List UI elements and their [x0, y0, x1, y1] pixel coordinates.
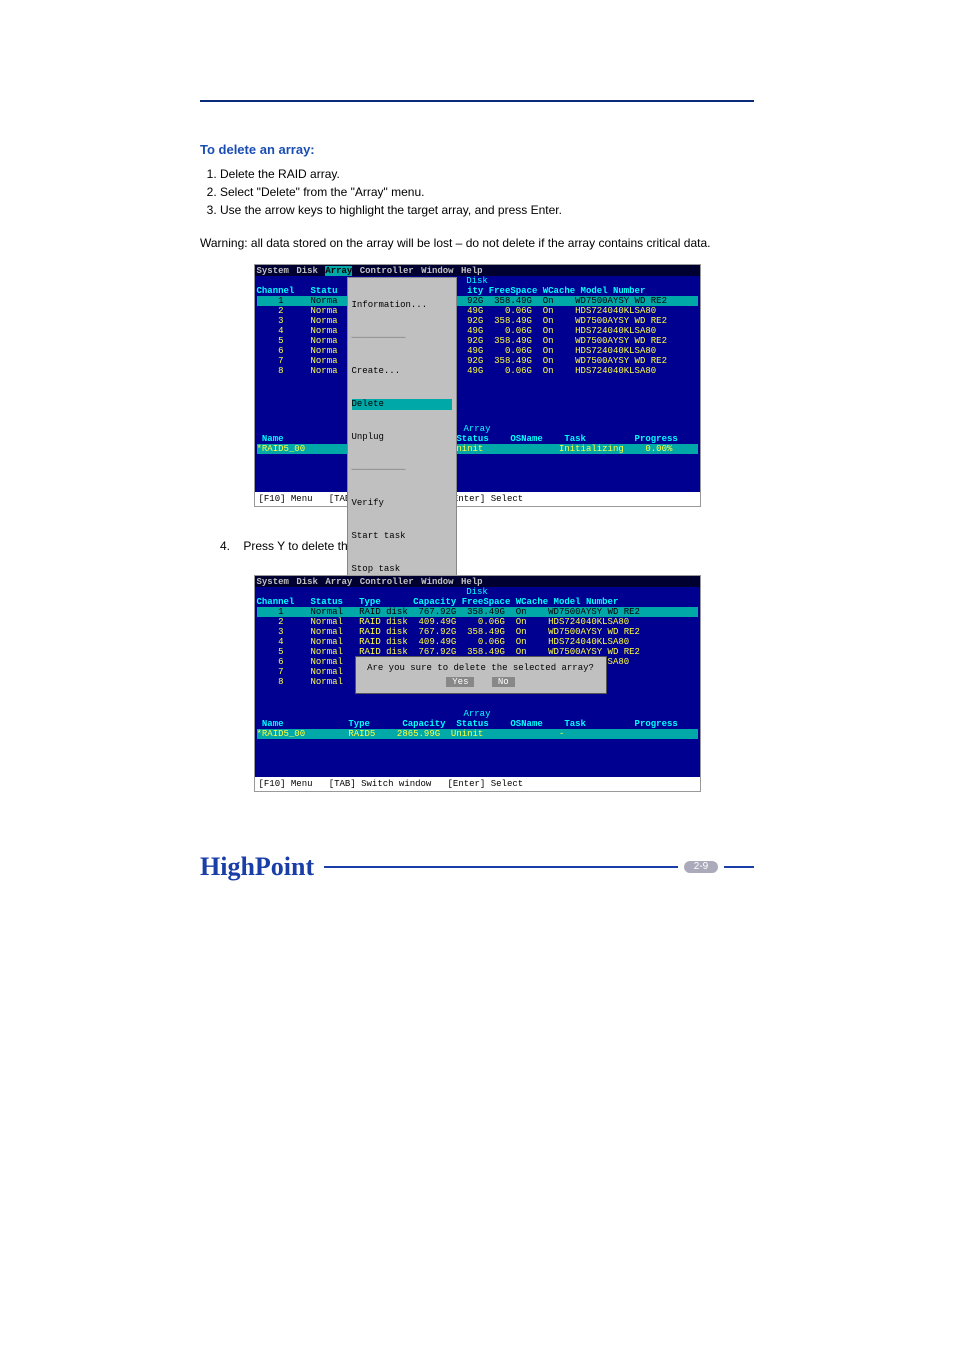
disk-row[interactable]: 3 Norma 92G 358.49G On WD7500AYSY WD RE2	[257, 316, 698, 326]
array-panel-title: Array	[257, 424, 698, 434]
disk-header-row: Channel Statu ity FreeSpace WCache Model…	[257, 286, 698, 296]
step-3: Use the arrow keys to highlight the targ…	[220, 201, 754, 219]
disk-panel-title: Disk	[257, 276, 698, 286]
menu-array[interactable]: Array	[325, 577, 352, 587]
menu-help[interactable]: Help	[461, 266, 483, 276]
confirm-no-button[interactable]: No	[492, 677, 515, 687]
header-divider	[200, 100, 754, 102]
bios-screenshot-confirm-delete: System Disk Array Controller Window Help…	[254, 575, 701, 792]
disk-row[interactable]: 8 Norma 49G 0.06G On HDS724040KLSA80	[257, 366, 698, 376]
popup-item-delete[interactable]: Delete	[352, 399, 452, 410]
menu-window[interactable]: Window	[421, 266, 453, 276]
popup-item-unplug[interactable]: Unplug	[352, 432, 452, 443]
status-bar: [F10] Menu [TAB] Switch window [Enter] S…	[255, 777, 700, 791]
disk-panel-title: Disk	[257, 587, 698, 597]
disk-panel: Disk Channel Statu ity FreeSpace WCache …	[255, 276, 700, 492]
disk-row[interactable]: 2 Normal RAID disk 409.49G 0.06G On HDS7…	[257, 617, 698, 627]
disk-row[interactable]: 4 Norma 49G 0.06G On HDS724040KLSA80	[257, 326, 698, 336]
page-footer: HighPoint 2-9	[200, 852, 754, 882]
menu-window[interactable]: Window	[421, 577, 453, 587]
menu-controller[interactable]: Controller	[360, 266, 414, 276]
highpoint-logo: HighPoint	[200, 852, 314, 882]
delete-warning: Warning: all data stored on the array wi…	[200, 234, 754, 252]
popup-item-create[interactable]: Create...	[352, 366, 452, 377]
disk-row[interactable]: 6 Norma 49G 0.06G On HDS724040KLSA80	[257, 346, 698, 356]
disk-row[interactable]: 4 Normal RAID disk 409.49G 0.06G On HDS7…	[257, 637, 698, 647]
popup-item-stop-task[interactable]: Stop task	[352, 564, 452, 575]
disk-row[interactable]: 1 Normal RAID disk 767.92G 358.49G On WD…	[257, 607, 698, 617]
status-bar: [F10] Menu [TAB] Switch window [Enter] S…	[255, 492, 700, 506]
bios-screenshot-delete-menu: System Disk Array Controller Window Help…	[254, 264, 701, 507]
menu-controller[interactable]: Controller	[360, 577, 414, 587]
menu-disk[interactable]: Disk	[296, 266, 318, 276]
step-number: 4.	[220, 537, 240, 555]
step-2: Select "Delete" from the "Array" menu.	[220, 183, 754, 201]
footer-line-tail	[724, 866, 754, 868]
disk-header-row: Channel Status Type Capacity FreeSpace W…	[257, 597, 698, 607]
array-header-row: Name Type Capacity Status OSName Task Pr…	[257, 434, 698, 444]
disk-panel: Disk Channel Status Type Capacity FreeSp…	[255, 587, 700, 777]
page-number: 2-9	[684, 861, 718, 873]
disk-row[interactable]: 5 Norma 92G 358.49G On WD7500AYSY WD RE2	[257, 336, 698, 346]
array-header-row: Name Type Capacity Status OSName Task Pr…	[257, 719, 698, 729]
menu-disk[interactable]: Disk	[296, 577, 318, 587]
array-row[interactable]: *RAID5_00 RAID5 2865.99G Uninit Initiali…	[257, 444, 698, 454]
step-1: Delete the RAID array.	[220, 165, 754, 183]
popup-item-start-task[interactable]: Start task	[352, 531, 452, 542]
confirm-yes-button[interactable]: Yes	[446, 677, 474, 687]
disk-row[interactable]: 7 Norma 92G 358.49G On WD7500AYSY WD RE2	[257, 356, 698, 366]
menu-system[interactable]: System	[257, 577, 289, 587]
disk-row[interactable]: 1 Norma 92G 358.49G On WD7500AYSY WD RE2	[257, 296, 698, 306]
menu-array[interactable]: Array	[325, 266, 352, 276]
popup-separator: ──────────	[352, 465, 452, 476]
delete-array-heading: To delete an array:	[200, 142, 754, 157]
array-row[interactable]: *RAID5_00 RAID5 2865.99G Uninit -	[257, 729, 698, 739]
menu-system[interactable]: System	[257, 266, 289, 276]
menu-help[interactable]: Help	[461, 577, 483, 587]
array-panel-title: Array	[257, 709, 698, 719]
confirm-dialog-text: Are you sure to delete the selected arra…	[366, 663, 596, 673]
popup-item-verify[interactable]: Verify	[352, 498, 452, 509]
disk-row[interactable]: 3 Normal RAID disk 767.92G 358.49G On WD…	[257, 627, 698, 637]
disk-row[interactable]: 2 Norma 49G 0.06G On HDS724040KLSA80	[257, 306, 698, 316]
delete-steps-list: Delete the RAID array. Select "Delete" f…	[200, 165, 754, 219]
popup-item-information[interactable]: Information...	[352, 300, 452, 311]
popup-separator: ──────────	[352, 333, 452, 344]
confirm-dialog: Are you sure to delete the selected arra…	[355, 656, 607, 694]
footer-line	[324, 866, 678, 868]
